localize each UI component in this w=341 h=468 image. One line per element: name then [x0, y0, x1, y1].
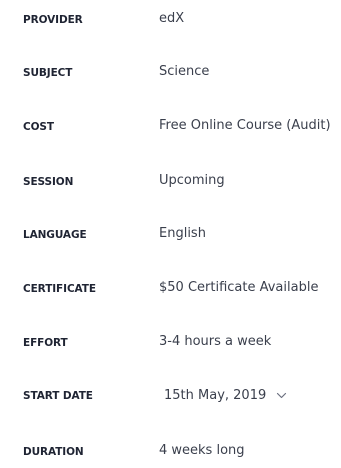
- detail-row-subject: SUBJECT Science: [0, 61, 341, 89]
- session-value: Upcoming: [159, 173, 225, 188]
- detail-row-start-date: START DATE 15th May, 2019: [0, 384, 341, 412]
- cost-label: COST: [23, 121, 54, 133]
- detail-row-session: SESSION Upcoming: [0, 170, 341, 198]
- start-date-dropdown[interactable]: 15th May, 2019: [159, 380, 291, 410]
- language-label: LANGUAGE: [23, 229, 87, 241]
- detail-row-cost: COST Free Online Course (Audit): [0, 115, 341, 143]
- detail-row-certificate: CERTIFICATE $50 Certificate Available: [0, 277, 341, 305]
- effort-value: 3-4 hours a week: [159, 334, 272, 349]
- session-label: SESSION: [23, 176, 74, 188]
- start-date-selected-value: 15th May, 2019: [164, 387, 267, 403]
- detail-row-language: LANGUAGE English: [0, 223, 341, 251]
- detail-row-provider: PROVIDER edX: [0, 8, 341, 36]
- detail-row-effort: EFFORT 3-4 hours a week: [0, 331, 341, 359]
- start-date-label: START DATE: [23, 390, 93, 402]
- language-value: English: [159, 226, 206, 241]
- cost-value: Free Online Course (Audit): [159, 118, 331, 133]
- certificate-label: CERTIFICATE: [23, 283, 96, 295]
- provider-value: edX: [159, 11, 185, 26]
- chevron-down-icon: [276, 390, 287, 401]
- duration-value: 4 weeks long: [159, 443, 245, 458]
- subject-value: Science: [159, 64, 210, 79]
- provider-label: PROVIDER: [23, 14, 83, 26]
- course-details-list: PROVIDER edX SUBJECT Science COST Free O…: [0, 0, 341, 462]
- subject-label: SUBJECT: [23, 67, 73, 79]
- detail-row-duration: DURATION 4 weeks long: [0, 440, 341, 468]
- effort-label: EFFORT: [23, 337, 68, 349]
- certificate-value: $50 Certificate Available: [159, 280, 319, 295]
- duration-label: DURATION: [23, 446, 84, 458]
